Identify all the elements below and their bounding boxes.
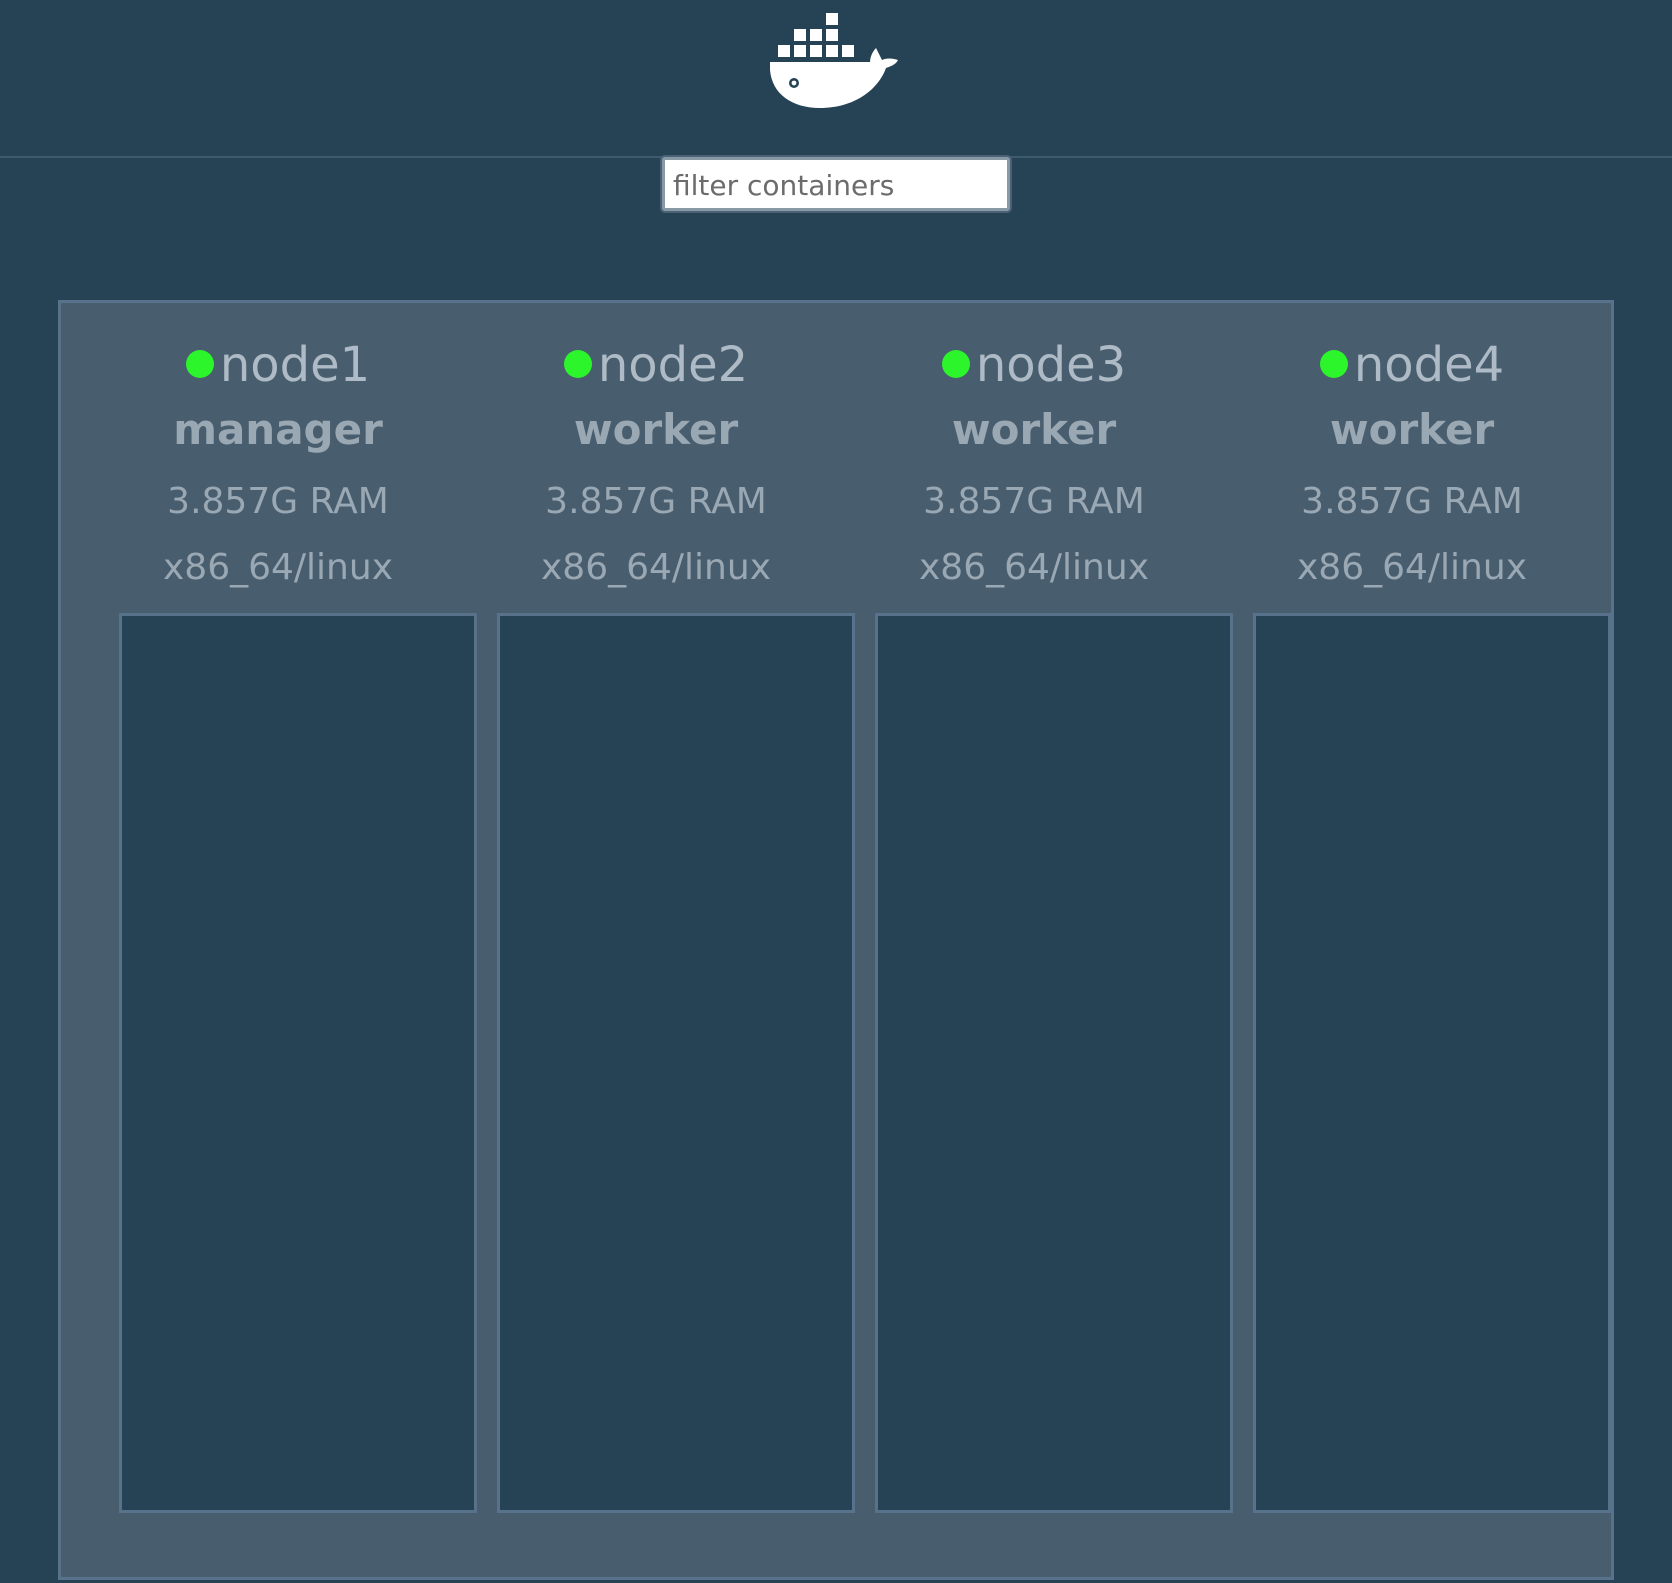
node-containers: [497, 613, 855, 1513]
node-role: worker: [573, 405, 739, 454]
node-arch: x86_64/linux: [919, 547, 1149, 588]
node-name: node3: [975, 337, 1127, 393]
node-arch: x86_64/linux: [541, 547, 771, 588]
node-ram: 3.857G RAM: [545, 481, 767, 522]
node-column-1: node1 manager 3.857G RAM x86_64/linux: [88, 303, 477, 1583]
node-column-3: node3 worker 3.857G RAM x86_64/linux: [844, 303, 1233, 1583]
node-column-2: node2 worker 3.857G RAM x86_64/linux: [466, 303, 855, 1583]
node-role: worker: [951, 405, 1117, 454]
node-containers: [875, 613, 1233, 1513]
docker-whale-logo: [770, 13, 898, 108]
node-name: node4: [1353, 337, 1505, 393]
filter-containers-input[interactable]: [662, 157, 1010, 211]
node-title: node2: [466, 337, 846, 393]
node-ram: 3.857G RAM: [1301, 481, 1523, 522]
node-containers: [1253, 613, 1611, 1513]
status-dot-icon: [941, 350, 970, 378]
node-role: worker: [1329, 405, 1495, 454]
node-ram: 3.857G RAM: [923, 481, 1145, 522]
node-name: node1: [219, 337, 371, 393]
node-title: node1: [88, 337, 468, 393]
node-containers: [119, 613, 477, 1513]
node-title: node4: [1222, 337, 1602, 393]
node-arch: x86_64/linux: [1297, 547, 1527, 588]
node-ram: 3.857G RAM: [167, 481, 389, 522]
status-dot-icon: [185, 350, 214, 378]
node-role: manager: [173, 405, 383, 454]
node-arch: x86_64/linux: [163, 547, 393, 588]
status-dot-icon: [1319, 350, 1348, 378]
status-dot-icon: [563, 350, 592, 378]
swarm-panel: node1 manager 3.857G RAM x86_64/linux no…: [58, 300, 1614, 1580]
node-title: node3: [844, 337, 1224, 393]
node-column-4: node4 worker 3.857G RAM x86_64/linux: [1222, 303, 1611, 1583]
header: [0, 0, 1672, 158]
node-name: node2: [597, 337, 749, 393]
